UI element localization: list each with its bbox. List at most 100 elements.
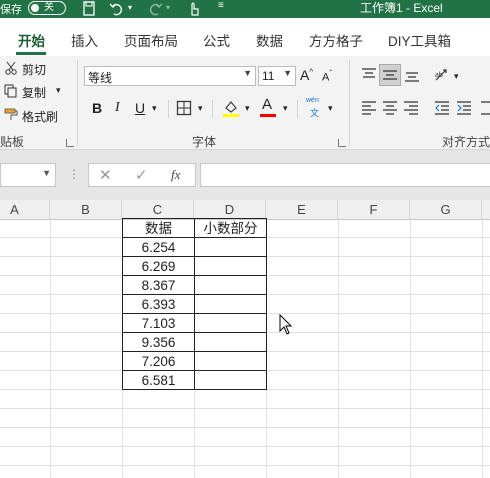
gridline — [0, 427, 490, 428]
cell-d1[interactable]: 小数部分 — [195, 219, 266, 238]
save-icon[interactable] — [80, 0, 98, 18]
increase-font-size-icon[interactable]: A^ — [300, 67, 313, 83]
column-header-c[interactable]: C — [122, 200, 194, 220]
font-group-label: 字体 — [192, 135, 217, 149]
formula-bar: ▼ ⋮ ✕ ✓ fx — [0, 150, 490, 200]
tab-diy-toolbox[interactable]: DIY工具箱 — [388, 30, 451, 50]
phonetic-top: wén — [306, 97, 319, 104]
chevron-down-icon[interactable]: ▼ — [42, 168, 51, 178]
column-header-b[interactable]: B — [50, 200, 122, 220]
worksheet-grid[interactable]: A B C D E F G 数据 小数部分 6.254 6.269 8.367 … — [0, 200, 490, 478]
font-launcher-icon[interactable] — [338, 139, 346, 147]
cell-c2[interactable]: 6.254 — [123, 238, 194, 257]
decrease-font-size-icon[interactable]: Aˇ — [322, 69, 332, 84]
fill-color-dropdown-icon[interactable]: ▾ — [245, 103, 250, 114]
separator — [297, 100, 298, 118]
bold-button[interactable]: B — [92, 100, 102, 116]
borders-dropdown-icon[interactable]: ▾ — [198, 103, 203, 114]
align-right-icon[interactable] — [403, 100, 419, 116]
decrease-indent-icon[interactable] — [434, 100, 450, 116]
gridline — [266, 220, 267, 478]
ribbon-tabs: 开始 插入 页面布局 公式 数据 方方格子 DIY工具箱 — [0, 18, 490, 56]
gridline — [410, 220, 411, 478]
touch-mode-icon[interactable] — [186, 0, 204, 18]
column-header-e[interactable]: E — [266, 200, 338, 220]
copy-icon — [4, 84, 17, 98]
insert-function-icon[interactable]: fx — [171, 167, 180, 183]
formula-input[interactable] — [200, 163, 490, 187]
group-separator — [349, 60, 350, 146]
clipboard-group-label: 贴板 — [0, 135, 25, 149]
column-header-f[interactable]: F — [338, 200, 410, 220]
enter-icon[interactable]: ✓ — [135, 166, 148, 184]
font-size-value: 11 — [262, 69, 275, 83]
copy-button[interactable]: 复制 — [22, 84, 46, 101]
gridline — [0, 389, 490, 390]
align-left-icon[interactable] — [361, 100, 377, 116]
redo-dropdown-icon[interactable]: ▾ — [166, 3, 170, 12]
cell-c5[interactable]: 6.393 — [123, 295, 194, 314]
format-painter-button[interactable]: 格式刷 — [22, 108, 58, 125]
font-name-combo[interactable]: 等线 ▼ — [84, 66, 256, 86]
orientation-dropdown-icon[interactable]: ▾ — [454, 71, 459, 82]
borders-icon[interactable] — [176, 100, 192, 116]
wrap-text-icon[interactable] — [480, 100, 490, 116]
column-header-g[interactable]: G — [410, 200, 482, 220]
column-header-a[interactable]: A — [0, 200, 50, 220]
middle-align-icon — [383, 70, 397, 80]
cell-c3[interactable]: 6.269 — [123, 257, 194, 276]
increase-indent-icon[interactable] — [456, 100, 472, 116]
customize-qat-icon[interactable]: ≡ — [218, 0, 224, 11]
grip-icon: ⋮ — [68, 167, 80, 181]
align-center-icon[interactable] — [382, 100, 398, 116]
svg-text:ab: ab — [435, 72, 443, 79]
column-header-d[interactable]: D — [194, 200, 266, 220]
cell-c7[interactable]: 9.356 — [123, 333, 194, 352]
underline-button[interactable]: U — [135, 100, 145, 116]
phonetic-guide-icon[interactable]: 文 — [310, 106, 319, 119]
cell-c1[interactable]: 数据 — [123, 219, 194, 238]
undo-dropdown-icon[interactable]: ▾ — [128, 3, 132, 12]
cell-c6[interactable]: 7.103 — [123, 314, 194, 333]
tab-data[interactable]: 数据 — [256, 30, 283, 50]
format-painter-icon — [4, 108, 18, 120]
redo-icon[interactable] — [146, 0, 164, 18]
undo-icon[interactable] — [108, 0, 126, 18]
group-separator — [77, 60, 78, 146]
tab-page-layout[interactable]: 页面布局 — [124, 30, 178, 50]
name-box[interactable]: ▼ — [0, 163, 56, 187]
font-color-button[interactable]: A — [262, 96, 272, 113]
cancel-icon[interactable]: ✕ — [99, 166, 112, 184]
separator — [168, 100, 169, 118]
font-size-combo[interactable]: 11 ▼ — [258, 66, 296, 86]
scissors-icon — [5, 61, 17, 75]
middle-align-button[interactable] — [379, 64, 401, 86]
clipboard-launcher-icon[interactable] — [66, 139, 74, 147]
italic-button[interactable]: I — [115, 100, 120, 116]
underline-dropdown-icon[interactable]: ▾ — [152, 103, 157, 114]
fill-color-icon[interactable] — [222, 98, 240, 118]
cut-button[interactable]: 剪切 — [22, 61, 46, 78]
tab-home[interactable]: 开始 — [18, 30, 45, 50]
active-tab-underline — [16, 52, 46, 55]
cell-c4[interactable]: 8.367 — [123, 276, 194, 295]
autosave-label: 保存 — [0, 4, 22, 16]
tab-fangfang-gezi[interactable]: 方方格子 — [309, 30, 363, 50]
bottom-align-icon[interactable] — [404, 67, 420, 83]
column-header-h[interactable] — [482, 200, 490, 220]
cell-c9[interactable]: 6.581 — [123, 371, 194, 390]
copy-dropdown-icon[interactable]: ▾ — [56, 85, 61, 96]
window-title: 工作簿1 - Excel — [360, 1, 443, 15]
top-align-icon[interactable] — [361, 67, 377, 83]
orientation-icon[interactable]: ab — [434, 66, 452, 84]
cell-c8[interactable]: 7.206 — [123, 352, 194, 371]
autosave-toggle[interactable]: 关 — [28, 1, 66, 15]
mouse-pointer-icon — [279, 314, 293, 335]
tab-insert[interactable]: 插入 — [71, 30, 98, 50]
tab-formulas[interactable]: 公式 — [203, 30, 230, 50]
alignment-group-label: 对齐方式 — [442, 135, 490, 149]
phonetic-dropdown-icon[interactable]: ▾ — [328, 103, 333, 114]
font-color-dropdown-icon[interactable]: ▾ — [283, 103, 288, 114]
gridline — [0, 408, 490, 409]
gridline — [50, 220, 51, 478]
